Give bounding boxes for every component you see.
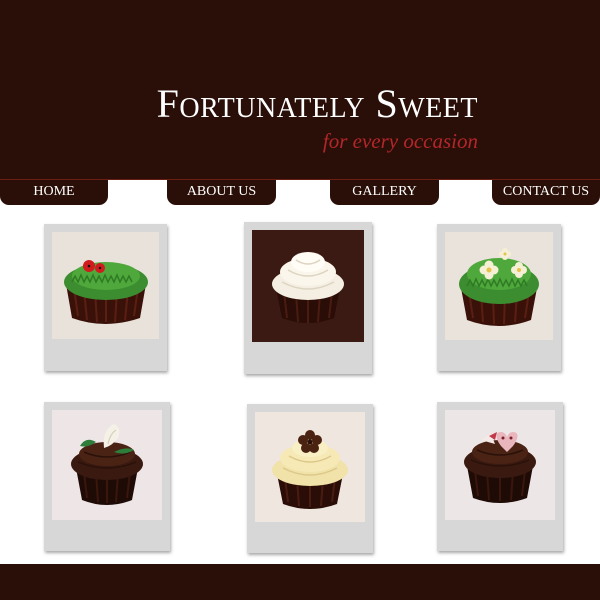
cupcake-photo — [445, 410, 555, 520]
gallery-item-white-swirl-cupcake[interactable] — [244, 222, 372, 374]
gallery-item-calla-lily-cupcake[interactable] — [44, 402, 170, 551]
gallery-item-ladybug-cupcake[interactable] — [44, 224, 167, 371]
cupcake-photo — [445, 232, 553, 340]
gallery-item-flower-grass-cupcake[interactable] — [437, 224, 561, 371]
site-tagline: for every occasion — [322, 129, 478, 153]
site-header: Fortunately Sweet for every occasion — [0, 0, 600, 180]
nav-tab-about-us[interactable]: ABOUT US — [167, 180, 276, 205]
nav-tab-contact-us[interactable]: CONTACT US — [492, 180, 600, 205]
site-title[interactable]: Fortunately Sweet — [157, 84, 478, 124]
site-footer — [0, 564, 600, 600]
nav-tab-home[interactable]: HOME — [0, 180, 108, 205]
cupcake-photo — [252, 230, 364, 342]
nav-tab-gallery[interactable]: GALLERY — [330, 180, 439, 205]
cupcake-photo — [52, 232, 159, 339]
gallery-item-heart-cupcake[interactable] — [437, 402, 563, 551]
gallery-item-brown-flower-cupcake[interactable] — [247, 404, 373, 553]
cupcake-photo — [255, 412, 365, 522]
cupcake-photo — [52, 410, 162, 520]
